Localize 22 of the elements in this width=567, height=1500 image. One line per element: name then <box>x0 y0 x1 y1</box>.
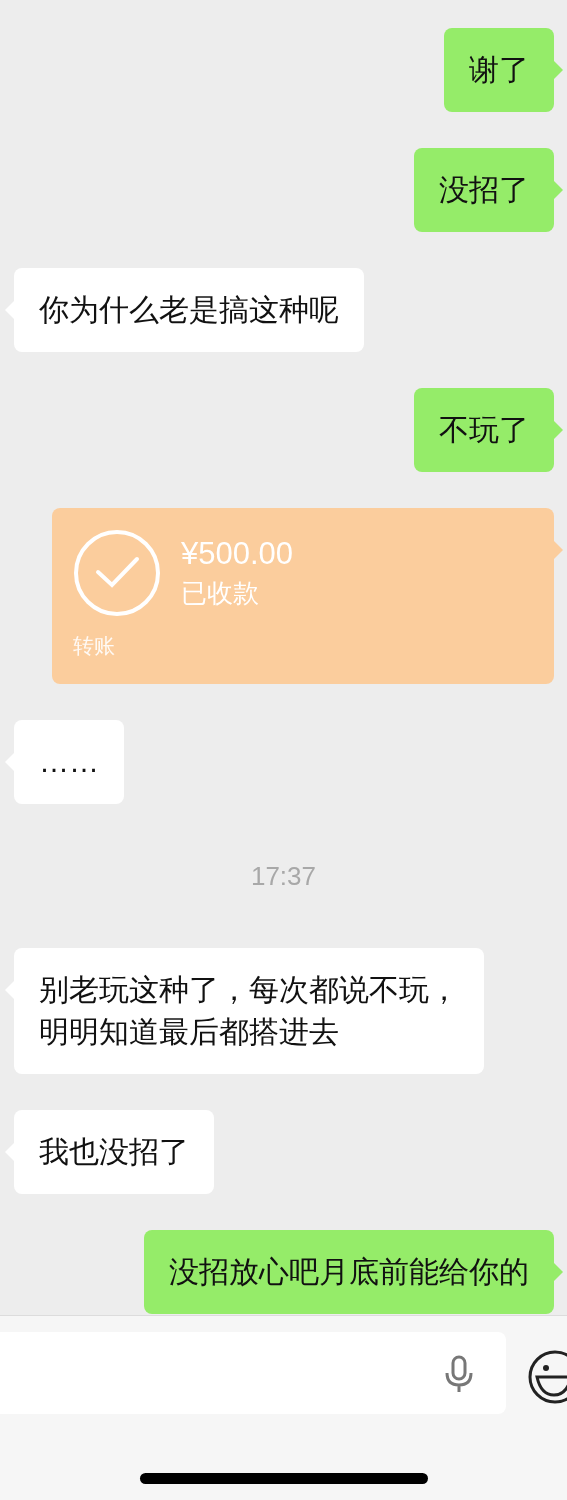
message-bubble: 我也没招了 <box>14 1110 214 1194</box>
bubble-tail <box>554 421 563 439</box>
bubble-tail <box>554 61 563 79</box>
message-bubble: 没招放心吧月底前能给你的 <box>144 1230 554 1314</box>
microphone-icon[interactable] <box>443 1355 475 1393</box>
bubble-tail <box>554 541 563 559</box>
message-bubble: 别老玩这种了，每次都说不玩， 明明知道最后都搭进去 <box>14 948 484 1074</box>
bubble-tail <box>554 1263 563 1281</box>
message-bubble: …… <box>14 720 124 804</box>
transfer-status: 已收款 <box>181 577 260 610</box>
message-bubble: 你为什么老是搞这种呢 <box>14 268 364 352</box>
timestamp: 17:37 <box>250 860 317 893</box>
transfer-card[interactable]: ¥500.00 已收款 转账 <box>52 508 554 684</box>
message-bubble: 谢了 <box>444 28 554 112</box>
message-input-field[interactable] <box>0 1332 506 1414</box>
bubble-tail <box>554 181 563 199</box>
check-circle-icon <box>73 529 161 617</box>
transfer-label: 转账 <box>73 633 115 659</box>
transfer-amount: ¥500.00 <box>181 535 294 573</box>
emoji-icon[interactable] <box>527 1349 567 1405</box>
message-bubble: 不玩了 <box>414 388 554 472</box>
message-bubble: 没招了 <box>414 148 554 232</box>
